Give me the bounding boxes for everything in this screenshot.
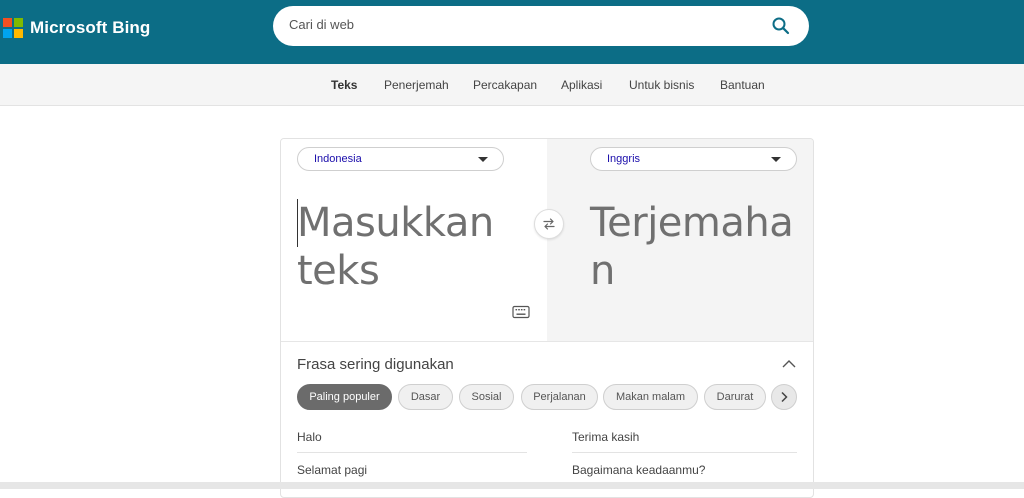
chip-dasar[interactable]: Dasar: [398, 384, 453, 410]
chevron-right-icon: [781, 391, 788, 403]
phrase-item[interactable]: Terima kasih: [572, 430, 639, 444]
source-placeholder-line-1: Masukkan: [297, 200, 494, 246]
phrase-item[interactable]: Bagaimana keadaanmu?: [572, 463, 705, 477]
keyboard-icon[interactable]: [512, 305, 530, 319]
chip-darurat[interactable]: Darurat: [704, 384, 766, 410]
target-language-label: Inggris: [607, 153, 641, 165]
header-bar: Microsoft Bing: [0, 0, 1024, 64]
nav-item-teks[interactable]: Teks: [331, 78, 357, 92]
target-language-select[interactable]: Inggris: [590, 147, 797, 171]
phrase-item[interactable]: Selamat pagi: [297, 463, 367, 477]
source-pane[interactable]: Indonesia Masukkan teks: [281, 139, 547, 342]
source-text-placeholder[interactable]: Masukkan teks: [297, 199, 494, 295]
nav-item-penerjemah[interactable]: Penerjemah: [384, 78, 449, 92]
nav-item-bantuan[interactable]: Bantuan: [720, 78, 765, 92]
divider: [297, 452, 527, 453]
chips-next-button[interactable]: [771, 384, 797, 410]
horizontal-scrollbar[interactable]: [0, 482, 1024, 489]
nav-item-percakapan[interactable]: Percakapan: [473, 78, 537, 92]
chip-makan-malam[interactable]: Makan malam: [603, 384, 698, 410]
phrases-title: Frasa sering digunakan: [297, 356, 454, 373]
chevron-up-icon[interactable]: [781, 358, 797, 370]
source-language-select[interactable]: Indonesia: [297, 147, 504, 171]
nav-item-untuk-bisnis[interactable]: Untuk bisnis: [629, 78, 694, 92]
target-placeholder-line-2: n: [590, 248, 615, 294]
caret-down-icon: [478, 157, 488, 162]
top-nav: Teks Penerjemah Percakapan Aplikasi Untu…: [0, 64, 1024, 106]
brand-name[interactable]: Microsoft Bing: [30, 18, 150, 38]
source-placeholder-line-2: teks: [297, 248, 380, 294]
phrase-item[interactable]: Halo: [297, 430, 322, 444]
divider: [572, 452, 797, 453]
search-input[interactable]: [289, 17, 759, 32]
nav-item-aplikasi[interactable]: Aplikasi: [561, 78, 602, 92]
swap-icon: [543, 218, 555, 230]
microsoft-logo-icon[interactable]: [3, 18, 23, 38]
search-box[interactable]: [273, 6, 809, 46]
translator-card: Indonesia Masukkan teks Inggris Terjemah…: [280, 138, 814, 498]
chip-paling-populer[interactable]: Paling populer: [297, 384, 392, 410]
chip-perjalanan[interactable]: Perjalanan: [521, 384, 598, 410]
source-language-label: Indonesia: [314, 153, 362, 165]
chip-sosial[interactable]: Sosial: [459, 384, 514, 410]
target-placeholder-line-1: Terjemaha: [590, 200, 794, 246]
swap-languages-button[interactable]: [534, 209, 564, 239]
caret-down-icon: [771, 157, 781, 162]
target-pane: Inggris Terjemaha n: [547, 139, 813, 342]
target-text-placeholder: Terjemaha n: [590, 199, 794, 295]
search-icon[interactable]: [771, 16, 791, 36]
